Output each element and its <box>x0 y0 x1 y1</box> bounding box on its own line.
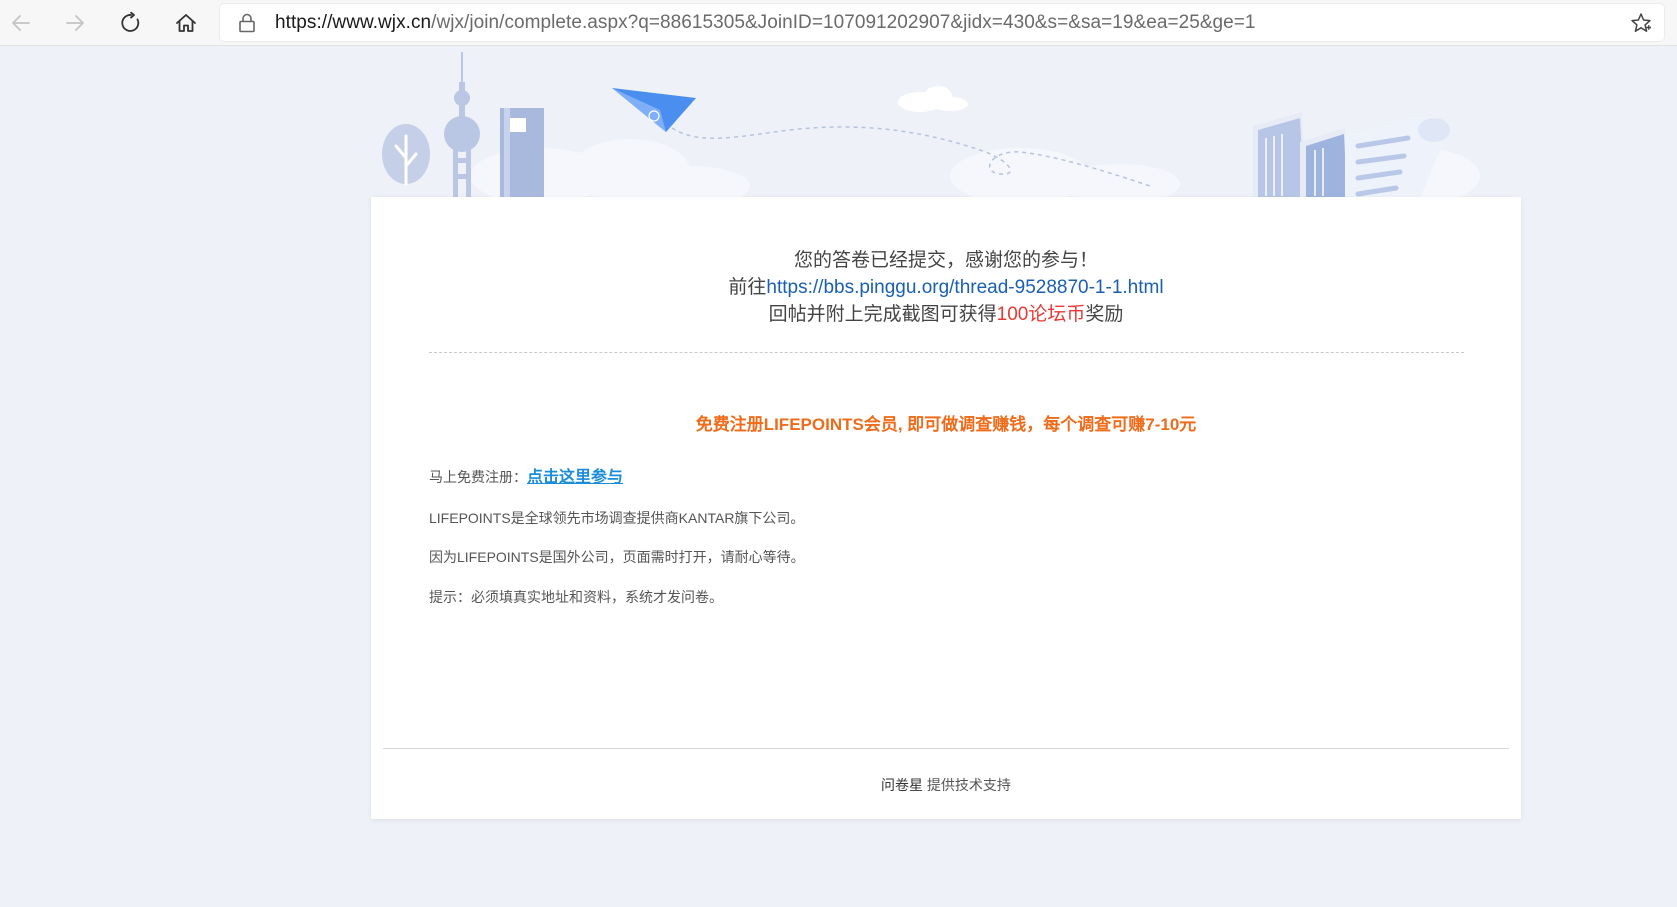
hero-illustration <box>382 52 1480 198</box>
url-text[interactable]: https://www.wjx.cn/wjx/join/complete.asp… <box>275 12 1256 34</box>
footer-brand[interactable]: 问卷星 <box>881 777 923 793</box>
reward-amount: 100论坛币 <box>996 304 1086 325</box>
dashed-divider <box>429 352 1464 353</box>
home-icon <box>176 14 196 32</box>
books-icon <box>1253 112 1349 198</box>
url-host: https://www.wjx.cn <box>275 12 432 33</box>
info-line-1: LIFEPOINTS是全球领先市场调查提供商KANTAR旗下公司。 <box>429 510 805 526</box>
info-line-2: 因为LIFEPOINTS是国外公司，页面需时打开，请耐心等待。 <box>429 549 805 565</box>
thanks-line-3-prefix: 回帖并附上完成截图可获得 <box>768 304 997 325</box>
thanks-line-2-prefix: 前往 <box>728 277 767 298</box>
paper-plane-icon <box>612 88 696 132</box>
info-line-3: 提示：必须填真实地址和资料，系统才发问卷。 <box>429 589 723 605</box>
forum-thread-link[interactable]: https://bbs.pinggu.org/thread-9528870-1-… <box>766 277 1163 298</box>
tree-icon <box>382 124 430 186</box>
address-bar[interactable]: https://www.wjx.cn/wjx/join/complete.asp… <box>220 4 1664 41</box>
lock-icon <box>239 13 255 33</box>
completion-card: 您的答卷已经提交，感谢您的参与！ 前往https://bbs.pinggu.or… <box>371 197 1521 819</box>
register-link[interactable]: 点击这里参与 <box>527 469 623 486</box>
thanks-line-1: 您的答卷已经提交，感谢您的参与！ <box>793 250 1098 271</box>
home-button[interactable] <box>169 6 203 40</box>
thank-you-message: 您的答卷已经提交，感谢您的参与！ 前往https://bbs.pinggu.or… <box>371 247 1521 328</box>
forward-button[interactable] <box>58 6 92 40</box>
star-icon[interactable] <box>1630 12 1652 34</box>
register-label: 马上免费注册： <box>429 469 527 485</box>
refresh-icon <box>121 12 140 32</box>
footer-divider <box>383 748 1509 749</box>
thanks-line-3: 回帖并附上完成截图可获得100论坛币奖励 <box>371 301 1521 328</box>
promo-title: 免费注册LIFEPOINTS会员, 即可做调查赚钱，每个调查可赚7-10元 <box>695 415 1197 434</box>
arrow-right-icon <box>66 15 84 31</box>
thanks-line-3-suffix: 奖励 <box>1085 304 1124 325</box>
thanks-line-2: 前往https://bbs.pinggu.org/thread-9528870-… <box>371 274 1521 301</box>
register-line: 马上免费注册：点击这里参与 <box>429 463 623 487</box>
footer-text: 提供技术支持 <box>923 777 1011 793</box>
back-button[interactable] <box>4 6 38 40</box>
footer: 问卷星 提供技术支持 <box>371 775 1521 795</box>
url-path: /wjx/join/complete.aspx?q=88615305&JoinI… <box>431 12 1256 33</box>
refresh-button[interactable] <box>114 6 148 40</box>
building-icon <box>500 108 544 198</box>
arrow-left-icon <box>12 15 30 31</box>
browser-toolbar: https://www.wjx.cn/wjx/join/complete.asp… <box>0 0 1677 46</box>
small-cloud-icon <box>898 86 968 112</box>
